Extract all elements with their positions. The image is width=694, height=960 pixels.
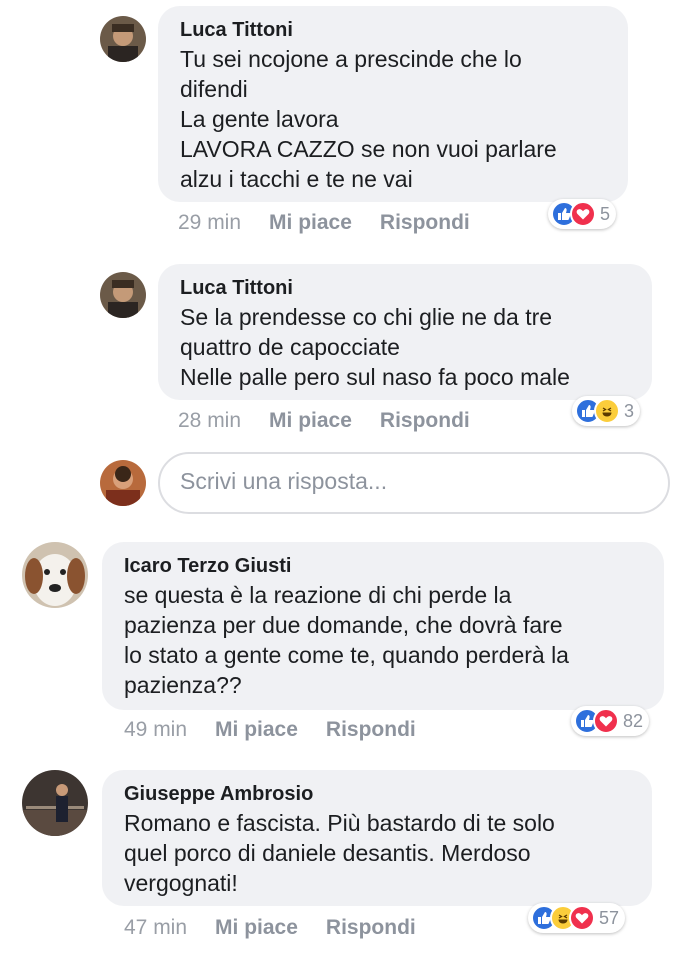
comment-meta: 28 min Mi piace Rispondi — [178, 409, 470, 433]
avatar[interactable] — [22, 542, 88, 608]
reaction-summary[interactable]: 57 — [528, 903, 626, 933]
love-icon — [570, 201, 596, 227]
reaction-count: 57 — [599, 907, 620, 928]
comment-text: Se la prendesse co chi glie ne da tre qu… — [180, 304, 570, 390]
comment-time[interactable]: 49 min — [124, 718, 187, 741]
reaction-count: 82 — [623, 710, 644, 731]
like-button[interactable]: Mi piace — [215, 718, 298, 741]
haha-icon — [594, 398, 620, 424]
like-button[interactable]: Mi piace — [269, 211, 352, 234]
reaction-summary[interactable]: 5 — [548, 199, 617, 229]
comment-text: Romano e fascista. Più bastardo di te so… — [124, 810, 555, 896]
comment-meta: 47 min Mi piace Rispondi — [124, 916, 416, 940]
comment-author[interactable]: Giuseppe Ambrosio — [124, 782, 630, 806]
avatar[interactable] — [100, 16, 146, 62]
reply-button[interactable]: Rispondi — [326, 718, 416, 741]
love-icon — [593, 708, 619, 734]
comment-meta: 29 min Mi piace Rispondi — [178, 211, 470, 235]
comment-author[interactable]: Luca Tittoni — [180, 276, 630, 300]
comment-time[interactable]: 47 min — [124, 916, 187, 939]
reply-button[interactable]: Rispondi — [380, 211, 470, 234]
like-button[interactable]: Mi piace — [269, 409, 352, 432]
comment-bubble: Luca Tittoni Se la prendesse co chi glie… — [158, 264, 652, 400]
current-user-avatar — [100, 460, 146, 506]
comment-bubble: Giuseppe Ambrosio Romano e fascista. Più… — [102, 770, 652, 906]
comment-author[interactable]: Icaro Terzo Giusti — [124, 554, 642, 578]
love-icon — [569, 905, 595, 931]
reply-input[interactable]: Scrivi una risposta... — [158, 452, 670, 514]
comment-bubble: Luca Tittoni Tu sei ncojone a prescinde … — [158, 6, 628, 202]
reaction-summary[interactable]: 82 — [571, 706, 650, 736]
comment-author[interactable]: Luca Tittoni — [180, 18, 606, 42]
comment-text: Tu sei ncojone a prescinde che lo difend… — [180, 46, 557, 192]
avatar[interactable] — [100, 272, 146, 318]
reaction-count: 3 — [624, 400, 635, 421]
avatar[interactable] — [22, 770, 88, 836]
reaction-summary[interactable]: 3 — [572, 396, 641, 426]
reply-button[interactable]: Rispondi — [380, 409, 470, 432]
comment-time[interactable]: 28 min — [178, 409, 241, 432]
comment-bubble: Icaro Terzo Giusti se questa è la reazio… — [102, 542, 664, 710]
like-button[interactable]: Mi piace — [215, 916, 298, 939]
comment-text: se questa è la reazione di chi perde la … — [124, 582, 569, 698]
reply-input-placeholder: Scrivi una risposta... — [180, 468, 388, 494]
reply-button[interactable]: Rispondi — [326, 916, 416, 939]
comment-time[interactable]: 29 min — [178, 211, 241, 234]
comment-meta: 49 min Mi piace Rispondi — [124, 718, 416, 742]
reaction-count: 5 — [600, 203, 611, 224]
